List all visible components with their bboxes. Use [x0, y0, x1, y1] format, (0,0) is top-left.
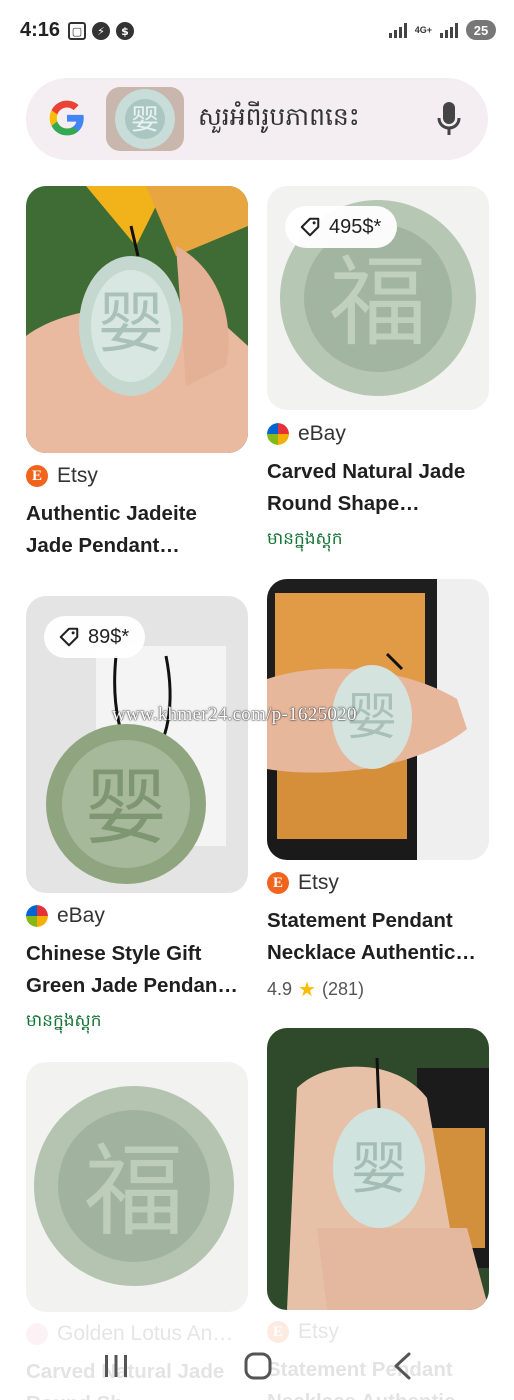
source-name: Etsy: [57, 464, 98, 487]
etsy-icon: E: [26, 465, 48, 487]
result-title[interactable]: Authentic Jadeite Jade Pendant…: [26, 498, 250, 562]
mic-icon[interactable]: [436, 100, 462, 138]
price-value: 495$*: [329, 215, 382, 238]
signal-icon-2: [440, 22, 458, 38]
signal-icon: [388, 22, 407, 38]
result-source[interactable]: E Etsy: [267, 871, 339, 895]
home-icon: [244, 1352, 272, 1380]
svg-text:婴: 婴: [131, 103, 159, 136]
battery-indicator: 25: [466, 20, 496, 40]
result-source[interactable]: eBay: [26, 904, 105, 928]
svg-text:婴: 婴: [98, 285, 164, 362]
result-image[interactable]: 福: [26, 1062, 248, 1312]
title-line: Authentic Jadeite: [26, 502, 197, 525]
recents-icon: [105, 1355, 127, 1377]
title-line: Necklace Authentic…: [267, 941, 476, 964]
home-button[interactable]: [228, 1346, 288, 1386]
title-line: Round Shape…: [267, 492, 420, 515]
ebay-icon: [267, 423, 289, 445]
price-badge: 495$*: [285, 206, 398, 248]
svg-text:婴: 婴: [351, 1137, 407, 1202]
system-navigation-bar: [0, 1340, 514, 1400]
etsy-icon: E: [267, 872, 289, 894]
result-source[interactable]: E Etsy: [26, 464, 98, 488]
title-line: Statement Pendant: [267, 909, 453, 932]
status-bar: 4:16 ▢ ⚡ $ 4G+ 25: [0, 0, 514, 64]
messenger-icon: ⚡: [92, 22, 110, 40]
stock-status: មានក្នុងស្តុក: [267, 529, 343, 549]
rating-value: 4.9: [267, 979, 293, 999]
svg-text:婴: 婴: [85, 761, 167, 856]
pendant-held-in-hand-image: 婴: [267, 1028, 489, 1310]
back-icon: [394, 1352, 411, 1380]
source-name: eBay: [57, 904, 105, 927]
result-title[interactable]: Carved Natural Jade Round Shape…: [267, 456, 491, 520]
ebay-icon: [26, 905, 48, 927]
source-name: eBay: [298, 422, 346, 445]
jade-pendant-in-hand-image: 婴: [26, 186, 248, 453]
svg-text:福: 福: [84, 1133, 184, 1250]
price-badge: 89$*: [44, 616, 146, 658]
google-logo: [49, 100, 84, 136]
jade-thumbnail-image: 婴: [106, 87, 184, 151]
review-count: (281): [321, 979, 364, 999]
dollar-icon: $: [116, 22, 134, 40]
search-query-text[interactable]: សួរអំពីរូបភាពនេះ: [198, 102, 360, 138]
status-time: 4:16: [20, 19, 61, 41]
screenshot-icon: ▢: [68, 22, 86, 40]
title-line: Chinese Style Gift: [26, 942, 202, 965]
rating: 4.9 ★ (281): [267, 977, 364, 1002]
title-line: Jade Pendant…: [26, 534, 180, 557]
lens-search-bar[interactable]: 婴 សួរអំពីរូបភាពនេះ: [26, 78, 488, 160]
source-name: Etsy: [298, 871, 339, 894]
result-image[interactable]: 婴: [26, 186, 248, 453]
price-tag-icon: [59, 627, 79, 647]
notification-icons: ▢ ⚡ $: [68, 22, 134, 40]
network-type: 4G+: [414, 24, 432, 35]
price-value: 89$*: [88, 625, 130, 648]
svg-text:福: 福: [329, 246, 427, 360]
result-title[interactable]: Chinese Style Gift Green Jade Pendan…: [26, 938, 250, 1002]
watermark-text: www.khmer24.com/p-1625020: [112, 704, 357, 725]
price-tag-icon: [300, 217, 320, 237]
jade-round-carving-image: 福: [26, 1062, 248, 1312]
star-icon: ★: [298, 979, 316, 1001]
query-image-thumbnail[interactable]: 婴: [106, 87, 184, 151]
result-image[interactable]: 婴: [267, 1028, 489, 1310]
result-title[interactable]: Statement Pendant Necklace Authentic…: [267, 905, 491, 969]
back-button[interactable]: [372, 1346, 432, 1386]
stock-status: មានក្នុងស្តុក: [26, 1011, 102, 1031]
title-line: Green Jade Pendan…: [26, 974, 238, 997]
title-line: Carved Natural Jade: [267, 460, 466, 483]
result-source[interactable]: eBay: [267, 422, 346, 446]
recents-button[interactable]: [86, 1346, 146, 1386]
